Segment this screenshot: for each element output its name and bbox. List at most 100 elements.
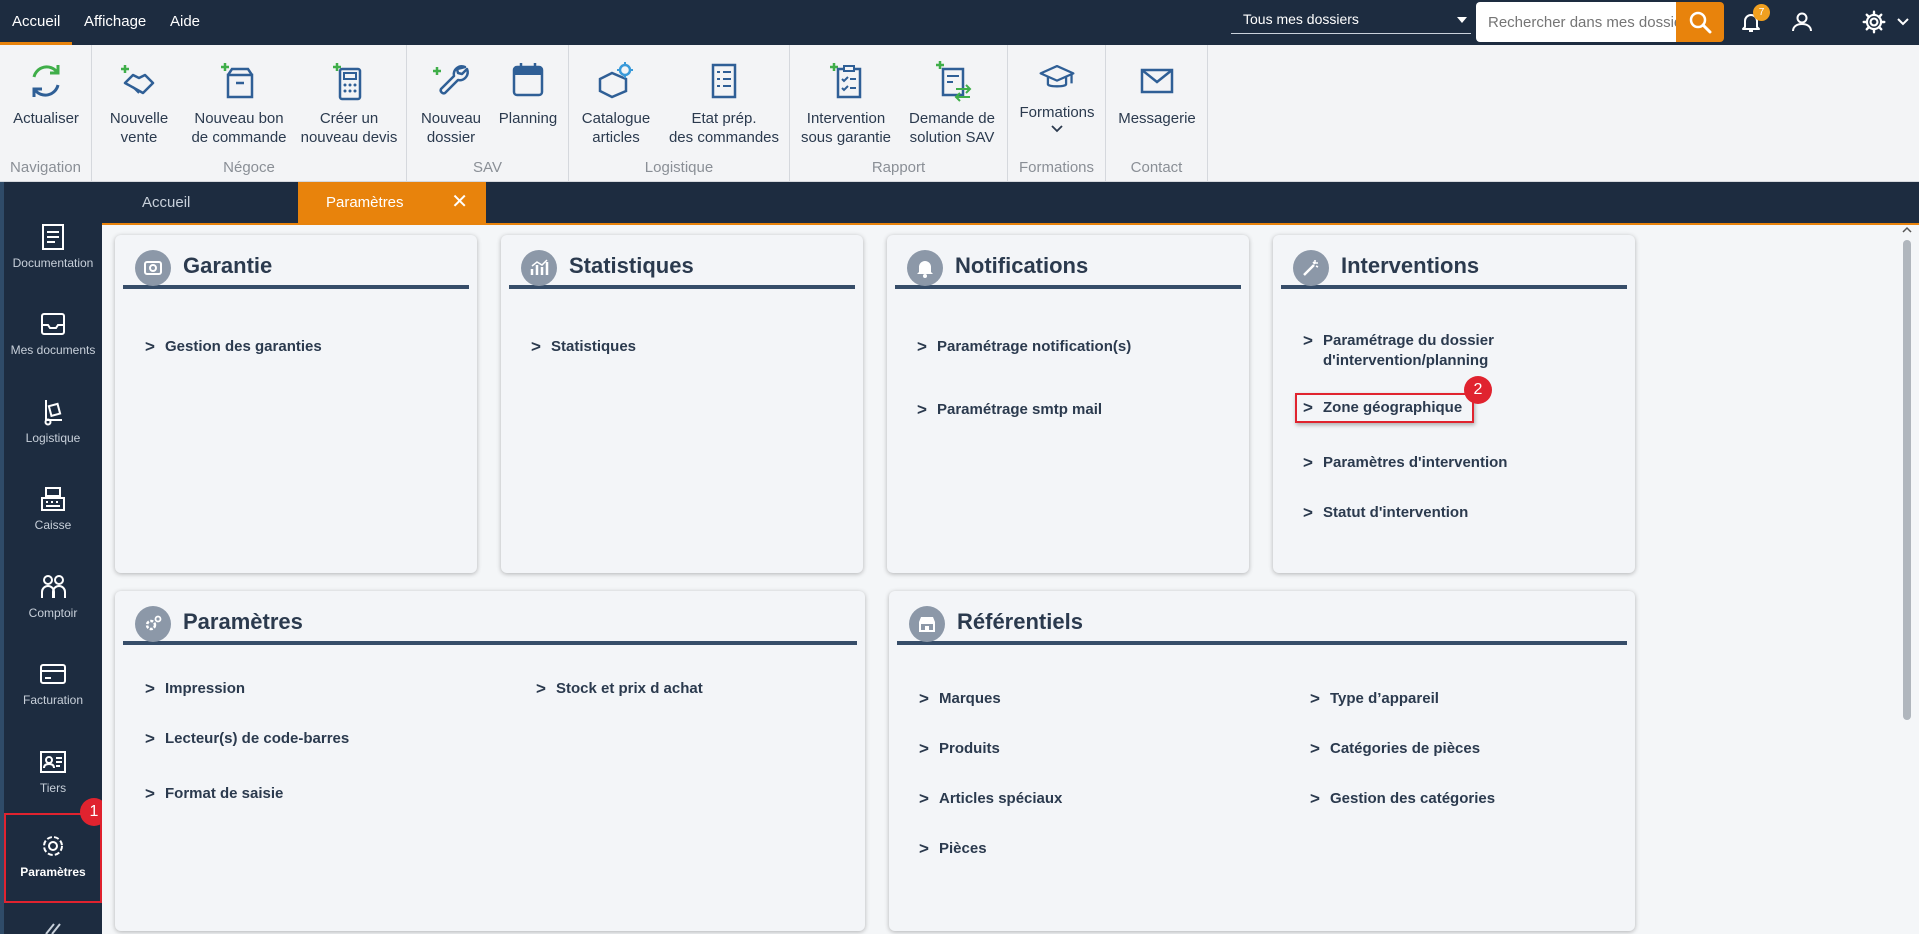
actualiser-button[interactable]: Actualiser <box>4 59 88 128</box>
sidenav-label: Facturation <box>22 693 84 707</box>
tab-parametres[interactable]: Paramètres ✕ <box>298 182 486 223</box>
demande-solution-sav-button[interactable]: Demande de solution SAV <box>900 59 1004 147</box>
demande-label-1: Demande de <box>909 110 995 127</box>
menu-aide[interactable]: Aide <box>158 0 212 45</box>
link-marques[interactable]: Marques <box>919 689 1001 709</box>
sidenav-item-mes-documents[interactable]: Mes documents <box>4 309 102 389</box>
user-icon <box>1792 12 1812 32</box>
planning-button[interactable]: Planning <box>491 59 565 128</box>
tab-accueil[interactable]: Accueil <box>142 182 292 223</box>
card-garantie: Garantie Gestion des garanties <box>115 235 477 573</box>
link-statut-intervention[interactable]: Statut d'intervention <box>1303 503 1468 523</box>
ribbon-group-label: Négoce <box>223 159 275 176</box>
catalogue-label-2: articles <box>592 129 640 146</box>
card-referentiels: Référentiels Marques Produits Articles s… <box>889 591 1635 931</box>
gear-icon <box>1862 10 1886 34</box>
card-parametres: Paramètres Impression Lecteur(s) de code… <box>115 591 865 931</box>
link-stock-prix-achat[interactable]: Stock et prix d achat <box>536 679 703 699</box>
magic-wand-icon <box>1293 250 1329 286</box>
sidenav-item-parametres[interactable]: Paramètres <box>4 813 102 903</box>
ribbon-group-rapport: Intervention sous garantie Demande de so… <box>790 45 1008 182</box>
ribbon-group-label: Navigation <box>10 159 81 176</box>
sidenav-item-logistique[interactable]: Logistique <box>4 397 102 477</box>
link-lecteurs-code-barres[interactable]: Lecteur(s) de code-barres <box>145 729 349 749</box>
link-parametres-intervention[interactable]: Paramètres d'intervention <box>1303 453 1507 473</box>
sidenav-item-facturation[interactable]: Facturation <box>4 659 102 739</box>
link-statistiques[interactable]: Statistiques <box>531 337 636 357</box>
etat-prep-commandes-button[interactable]: Etat prép. des commandes <box>661 59 787 147</box>
card-header: Garantie <box>123 243 469 289</box>
ribbon-toolbar: Actualiser Navigation Nouvelle vente Nou… <box>0 45 1919 182</box>
link-type-appareil[interactable]: Type d’appareil <box>1310 689 1439 709</box>
link-pieces[interactable]: Pièces <box>919 839 987 859</box>
link-impression[interactable]: Impression <box>145 679 245 699</box>
wrench-icon <box>433 65 469 95</box>
ribbon-group-formations: Formations Formations <box>1008 45 1106 182</box>
tab-label: Accueil <box>142 194 191 211</box>
link-zone-geographique[interactable]: Zone géographique <box>1295 393 1475 423</box>
sidenav-item-caisse[interactable]: Caisse <box>4 484 102 564</box>
settings-button[interactable] <box>1858 6 1890 38</box>
mail-icon <box>1140 68 1174 94</box>
intervention-sous-garantie-button[interactable]: Intervention sous garantie <box>794 59 898 147</box>
card-notifications: Notifications Paramétrage notification(s… <box>887 235 1249 573</box>
chevron-up-icon[interactable] <box>1902 226 1912 234</box>
nouvelle-vente-button[interactable]: Nouvelle vente <box>96 59 182 147</box>
menu-accueil[interactable]: Accueil <box>0 0 73 45</box>
settings-dropdown[interactable] <box>1888 6 1918 38</box>
catalogue-label-1: Catalogue <box>581 110 651 127</box>
ribbon-group-navigation: Actualiser Navigation <box>0 45 92 182</box>
sidenav-item-documentation[interactable]: Documentation <box>4 222 102 302</box>
scrollbar-thumb[interactable] <box>1903 240 1911 720</box>
formations-dropdown-button[interactable]: Formations <box>1012 57 1102 134</box>
link-articles-speciaux[interactable]: Articles spéciaux <box>919 789 1062 809</box>
nouveau-dossier-label-2: dossier <box>426 129 476 146</box>
search-icon <box>1689 11 1712 34</box>
link-gestion-categories[interactable]: Gestion des catégories <box>1310 789 1495 809</box>
dossier-select[interactable]: Tous mes dossiers <box>1231 8 1471 34</box>
creer-devis-button[interactable]: Créer un nouveau devis <box>294 59 404 147</box>
nouveau-bon-label-1: Nouveau bon <box>194 110 284 127</box>
notifications-button[interactable]: 7 <box>1735 4 1770 38</box>
collapse-arrows-icon[interactable] <box>42 922 64 934</box>
card-statistiques: Statistiques Statistiques <box>501 235 863 573</box>
search-button[interactable] <box>1676 2 1724 42</box>
sidenav-label: Tiers <box>39 781 67 795</box>
catalogue-articles-button[interactable]: Catalogue articles <box>573 59 659 147</box>
link-parametrage-smtp-mail[interactable]: Paramétrage smtp mail <box>917 400 1102 420</box>
menu-affichage[interactable]: Affichage <box>72 0 158 45</box>
sidenav-label: Comptoir <box>28 606 78 620</box>
user-button[interactable] <box>1786 6 1818 38</box>
close-icon[interactable]: ✕ <box>451 182 468 223</box>
card-title: Notifications <box>955 253 1089 278</box>
request-transfer-icon <box>936 61 972 102</box>
intervention-label-1: Intervention <box>806 110 886 127</box>
link-produits[interactable]: Produits <box>919 739 1000 759</box>
credit-card-icon <box>40 664 66 684</box>
graduation-cap-icon <box>1039 64 1075 88</box>
ribbon-group-label: Logistique <box>644 159 714 176</box>
nouveau-dossier-button[interactable]: Nouveau dossier <box>413 59 489 147</box>
card-title: Garantie <box>183 253 273 278</box>
sidenav-item-comptoir[interactable]: Comptoir <box>4 572 102 652</box>
messagerie-button[interactable]: Messagerie <box>1110 59 1204 128</box>
hand-truck-icon <box>44 400 62 426</box>
link-parametrage-dossier-intervention[interactable]: Paramétrage du dossier d'intervention/pl… <box>1303 331 1494 371</box>
link-label-line-1: Paramétrage du dossier <box>1323 332 1494 349</box>
link-categories-pieces[interactable]: Catégories de pièces <box>1310 739 1480 759</box>
link-parametrage-notifications[interactable]: Paramétrage notification(s) <box>917 337 1131 357</box>
link-format-saisie[interactable]: Format de saisie <box>145 784 283 804</box>
link-gestion-garanties[interactable]: Gestion des garanties <box>145 337 322 357</box>
notification-count-badge: 7 <box>1753 4 1770 21</box>
document-icon <box>42 224 64 250</box>
dossier-select-value: Tous mes dossiers <box>1243 11 1359 27</box>
content-scrollbar[interactable] <box>1900 226 1914 934</box>
store-icon <box>909 606 945 642</box>
nouveau-bon-commande-button[interactable]: Nouveau bon de commande <box>184 59 294 147</box>
demande-label-2: solution SAV <box>909 129 995 146</box>
inbox-icon <box>41 313 65 335</box>
search-input[interactable] <box>1476 2 1676 42</box>
calculator-icon <box>333 63 362 101</box>
sidenav-label: Paramètres <box>20 865 86 879</box>
clipboard-check-icon <box>830 63 862 99</box>
